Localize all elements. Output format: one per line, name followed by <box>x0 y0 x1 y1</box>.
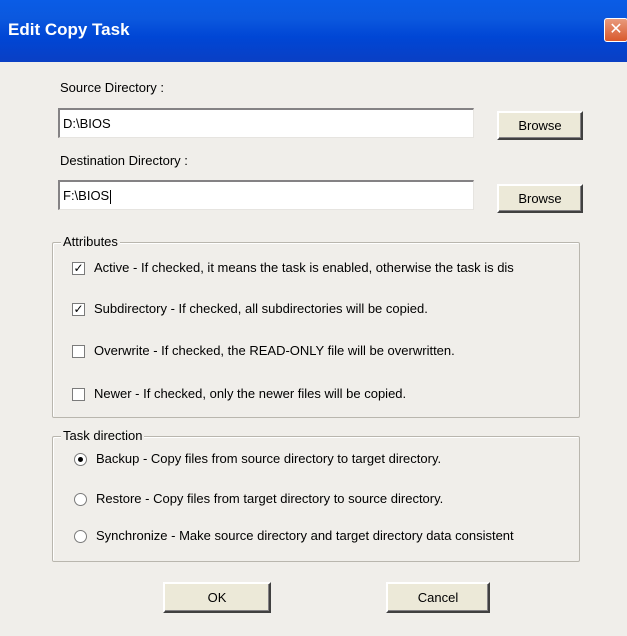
newer-checkbox[interactable] <box>72 388 85 401</box>
window-title: Edit Copy Task <box>8 20 130 39</box>
subdirectory-checkbox[interactable]: ✓ <box>72 303 85 316</box>
destination-browse-button[interactable]: Browse <box>497 184 583 213</box>
destination-directory-input[interactable]: F:\BIOS <box>58 180 474 210</box>
active-checkbox[interactable]: ✓ <box>72 262 85 275</box>
restore-radio-label[interactable]: Restore - Copy files from target directo… <box>96 491 576 506</box>
ok-button[interactable]: OK <box>163 582 271 613</box>
attributes-legend: Attributes <box>61 234 120 249</box>
restore-radio[interactable] <box>74 493 87 506</box>
dialog-body: Source Directory : D:\BIOS Browse Destin… <box>0 62 627 636</box>
synchronize-radio[interactable] <box>74 530 87 543</box>
title-bar[interactable]: Edit Copy Task ✕ <box>0 0 627 62</box>
destination-directory-label: Destination Directory : <box>60 153 188 168</box>
task-direction-legend: Task direction <box>61 428 145 443</box>
source-directory-value: D:\BIOS <box>63 116 111 131</box>
radio-selected-dot <box>78 457 83 462</box>
close-button[interactable]: ✕ <box>604 18 627 42</box>
text-caret <box>110 189 112 204</box>
backup-radio[interactable] <box>74 453 87 466</box>
overwrite-checkbox-label[interactable]: Overwrite - If checked, the READ-ONLY fi… <box>94 343 576 358</box>
cancel-button[interactable]: Cancel <box>386 582 490 613</box>
subdirectory-checkbox-label[interactable]: Subdirectory - If checked, all subdirect… <box>94 301 576 316</box>
backup-radio-label[interactable]: Backup - Copy files from source director… <box>96 451 576 466</box>
close-icon: ✕ <box>609 21 623 38</box>
active-checkbox-label[interactable]: Active - If checked, it means the task i… <box>94 260 576 275</box>
destination-directory-value: F:\BIOS <box>63 188 110 203</box>
overwrite-checkbox[interactable] <box>72 345 85 358</box>
source-browse-button[interactable]: Browse <box>497 111 583 140</box>
newer-checkbox-label[interactable]: Newer - If checked, only the newer files… <box>94 386 576 401</box>
source-directory-label: Source Directory : <box>60 80 165 95</box>
source-directory-input[interactable]: D:\BIOS <box>58 108 474 138</box>
synchronize-radio-label[interactable]: Synchronize - Make source directory and … <box>96 528 576 543</box>
